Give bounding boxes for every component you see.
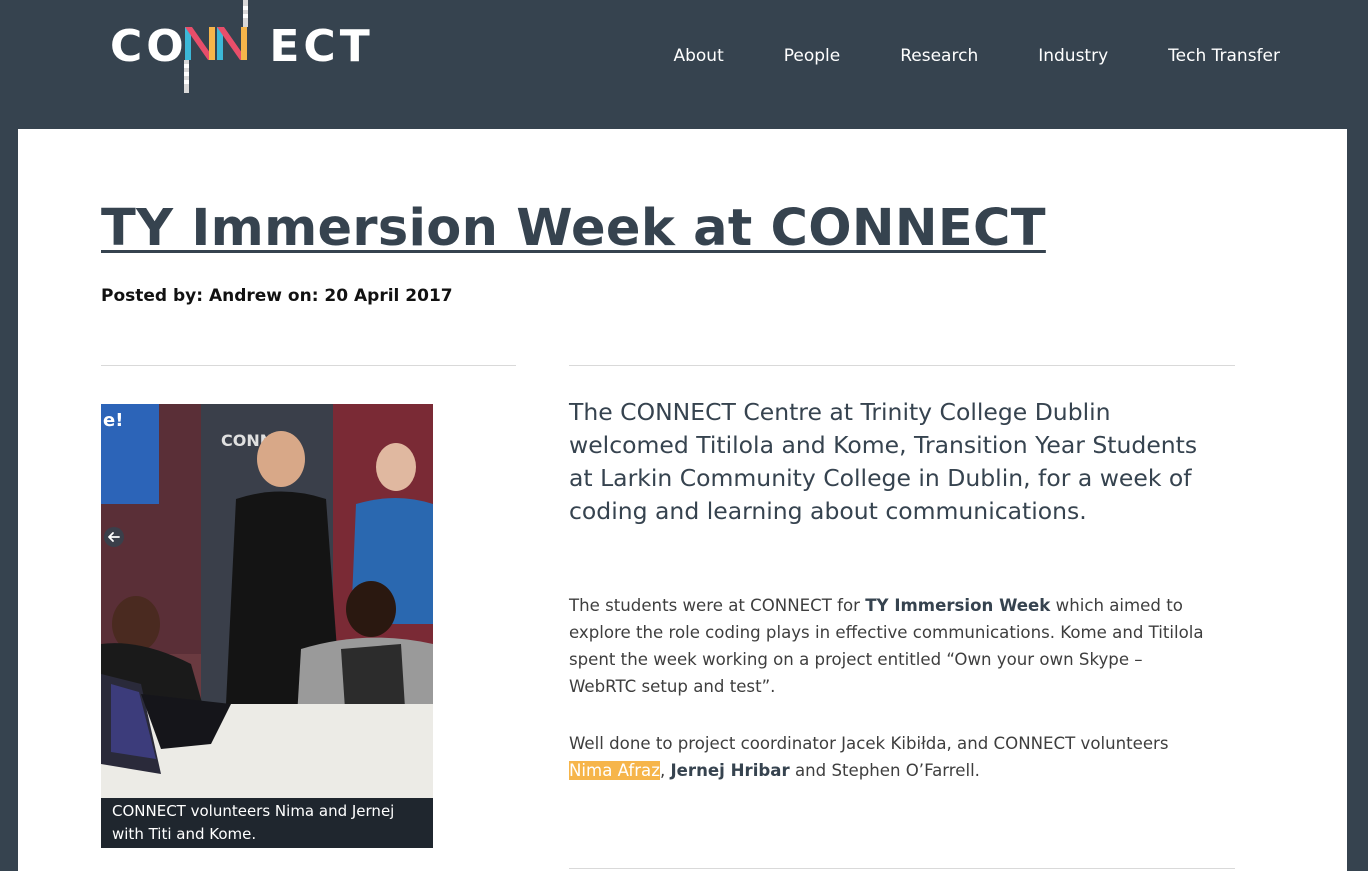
p2-text-end: and Stephen O’Farrell.	[789, 761, 980, 780]
nav-industry[interactable]: Industry	[1038, 46, 1108, 66]
divider-bottom	[569, 868, 1235, 869]
p2-bold-name: Jernej Hribar	[670, 761, 790, 780]
arrow-left-icon[interactable]	[105, 528, 123, 546]
article-lead: The CONNECT Centre at Trinity College Du…	[569, 398, 1198, 525]
highlighted-name[interactable]: Nima Afraz	[569, 761, 660, 780]
nav-people[interactable]: People	[784, 46, 840, 66]
article-paragraph-1: The students were at CONNECT for TY Imme…	[569, 592, 1209, 700]
article-paragraph-2: Well done to project coordinator Jacek K…	[569, 730, 1209, 784]
nav-research[interactable]: Research	[900, 46, 978, 66]
nav-tech-transfer[interactable]: Tech Transfer	[1168, 46, 1280, 66]
article-title[interactable]: TY Immersion Week at CONNECT	[101, 199, 1046, 258]
p2-text-start: Well done to project coordinator Jacek K…	[569, 734, 1169, 753]
p1-text-start: The students were at CONNECT for	[569, 596, 866, 615]
article-photo[interactable]: e! CONNE	[101, 404, 433, 798]
article-card: TY Immersion Week at CONNECT Posted by: …	[18, 129, 1347, 871]
divider-right	[569, 365, 1235, 366]
connect-logo[interactable]: CONNECT	[108, 0, 370, 96]
logo-nn-mark	[184, 0, 248, 93]
image-caption: CONNECT volunteers Nima and Jernej with …	[101, 798, 433, 848]
svg-text:e!: e!	[103, 410, 123, 431]
p2-comma: ,	[659, 761, 671, 780]
divider-left	[101, 365, 516, 366]
nav-about[interactable]: About	[673, 46, 723, 66]
post-meta: Posted by: Andrew on: 20 April 2017	[101, 286, 453, 306]
main-nav: About People Research Industry Tech Tran…	[613, 46, 1280, 66]
p1-bold-event: TY Immersion Week	[865, 596, 1051, 615]
